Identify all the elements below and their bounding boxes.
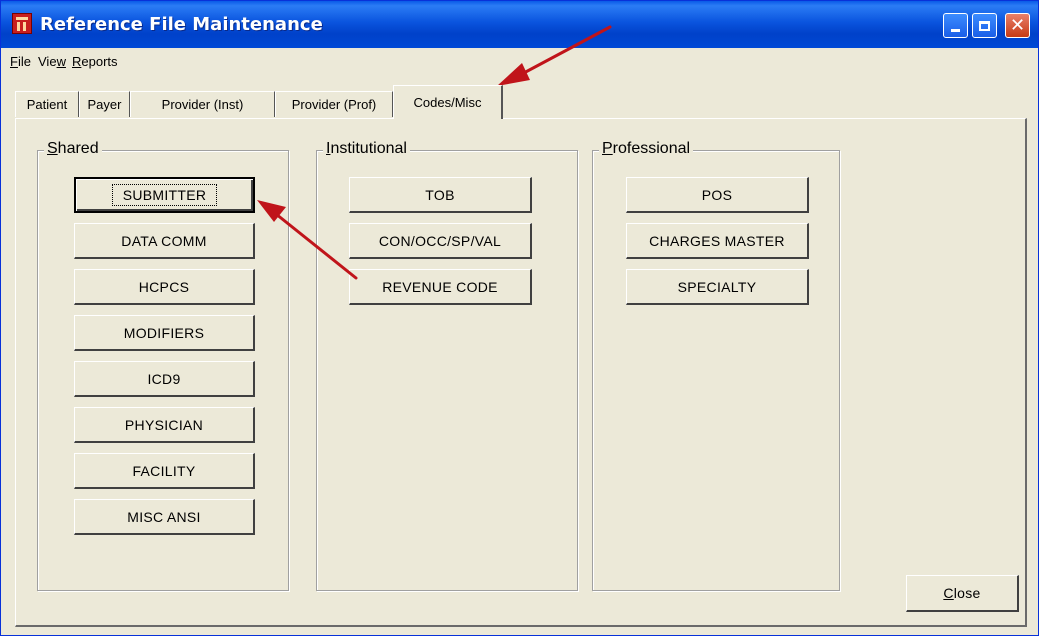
- menu-view[interactable]: View: [38, 54, 66, 69]
- app-icon[interactable]: [12, 13, 32, 34]
- con-occ-sp-val-button[interactable]: CON/OCC/SP/VAL: [349, 223, 532, 259]
- specialty-button[interactable]: SPECIALTY: [626, 269, 809, 305]
- charges-master-button[interactable]: CHARGES MASTER: [626, 223, 809, 259]
- group-institutional-label: Institutional: [323, 140, 410, 158]
- tab-patient[interactable]: Patient: [15, 91, 79, 117]
- menu-bar: File View Reports: [1, 49, 1038, 73]
- pos-button[interactable]: POS: [626, 177, 809, 213]
- misc-ansi-button[interactable]: MISC ANSI: [74, 499, 255, 535]
- modifiers-button[interactable]: MODIFIERS: [74, 315, 255, 351]
- submitter-button[interactable]: SUBMITTER: [74, 177, 255, 213]
- group-shared-label: Shared: [44, 140, 102, 158]
- hcpcs-button[interactable]: HCPCS: [74, 269, 255, 305]
- group-professional: Professional POS CHARGES MASTER SPECIALT…: [592, 140, 840, 591]
- tab-provider-inst[interactable]: Provider (Inst): [130, 91, 275, 117]
- facility-button[interactable]: FACILITY: [74, 453, 255, 489]
- tab-payer[interactable]: Payer: [79, 91, 130, 117]
- revenue-code-button[interactable]: REVENUE CODE: [349, 269, 532, 305]
- close-button[interactable]: Close: [906, 575, 1019, 612]
- tab-panel-codes-misc: Shared SUBMITTER DATA COMM HCPCS MODIFIE…: [15, 118, 1027, 627]
- tab-provider-prof[interactable]: Provider (Prof): [275, 91, 393, 117]
- close-window-button[interactable]: ✕: [1005, 13, 1030, 38]
- menu-reports[interactable]: Reports: [72, 54, 118, 69]
- group-professional-label: Professional: [599, 140, 694, 158]
- icd9-button[interactable]: ICD9: [74, 361, 255, 397]
- group-institutional: Institutional TOB CON/OCC/SP/VAL REVENUE…: [316, 140, 578, 591]
- menu-file[interactable]: File: [10, 54, 31, 69]
- close-icon: ✕: [1009, 15, 1026, 36]
- group-shared: Shared SUBMITTER DATA COMM HCPCS MODIFIE…: [37, 140, 289, 591]
- minimize-button[interactable]: [943, 13, 968, 38]
- maximize-button[interactable]: [972, 13, 997, 38]
- maximize-icon: [979, 20, 990, 31]
- tab-strip: Patient Payer Provider (Inst) Provider (…: [1, 81, 1038, 121]
- physician-button[interactable]: PHYSICIAN: [74, 407, 255, 443]
- tab-codes-misc[interactable]: Codes/Misc: [393, 85, 503, 119]
- minimize-icon: [951, 29, 960, 32]
- close-button-label: Close: [943, 585, 981, 601]
- data-comm-button[interactable]: DATA COMM: [74, 223, 255, 259]
- app-window: Reference File Maintenance ✕ File View R…: [0, 0, 1039, 636]
- title-bar[interactable]: Reference File Maintenance ✕: [1, 1, 1038, 48]
- window-title: Reference File Maintenance: [40, 14, 323, 35]
- tob-button[interactable]: TOB: [349, 177, 532, 213]
